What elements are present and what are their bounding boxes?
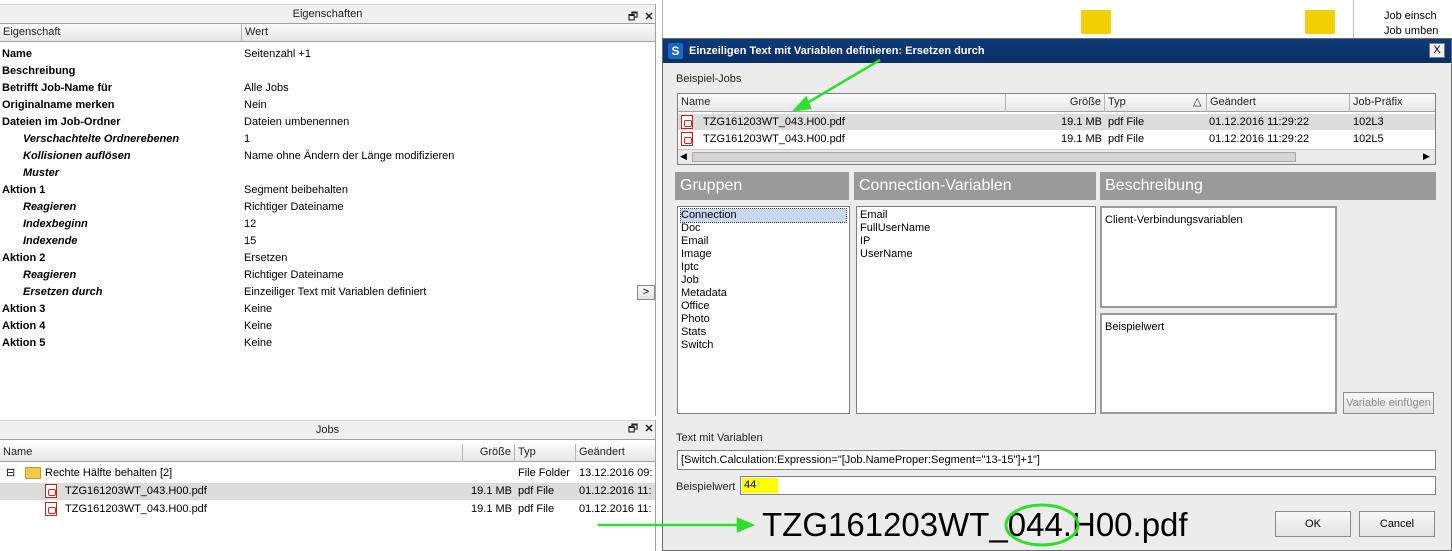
annotation-overlay <box>598 58 1080 547</box>
pointer-arrow <box>801 58 881 108</box>
arrow-head-icon <box>791 95 812 112</box>
highlight-circle <box>1004 503 1080 547</box>
arrow-head-icon <box>736 517 756 533</box>
